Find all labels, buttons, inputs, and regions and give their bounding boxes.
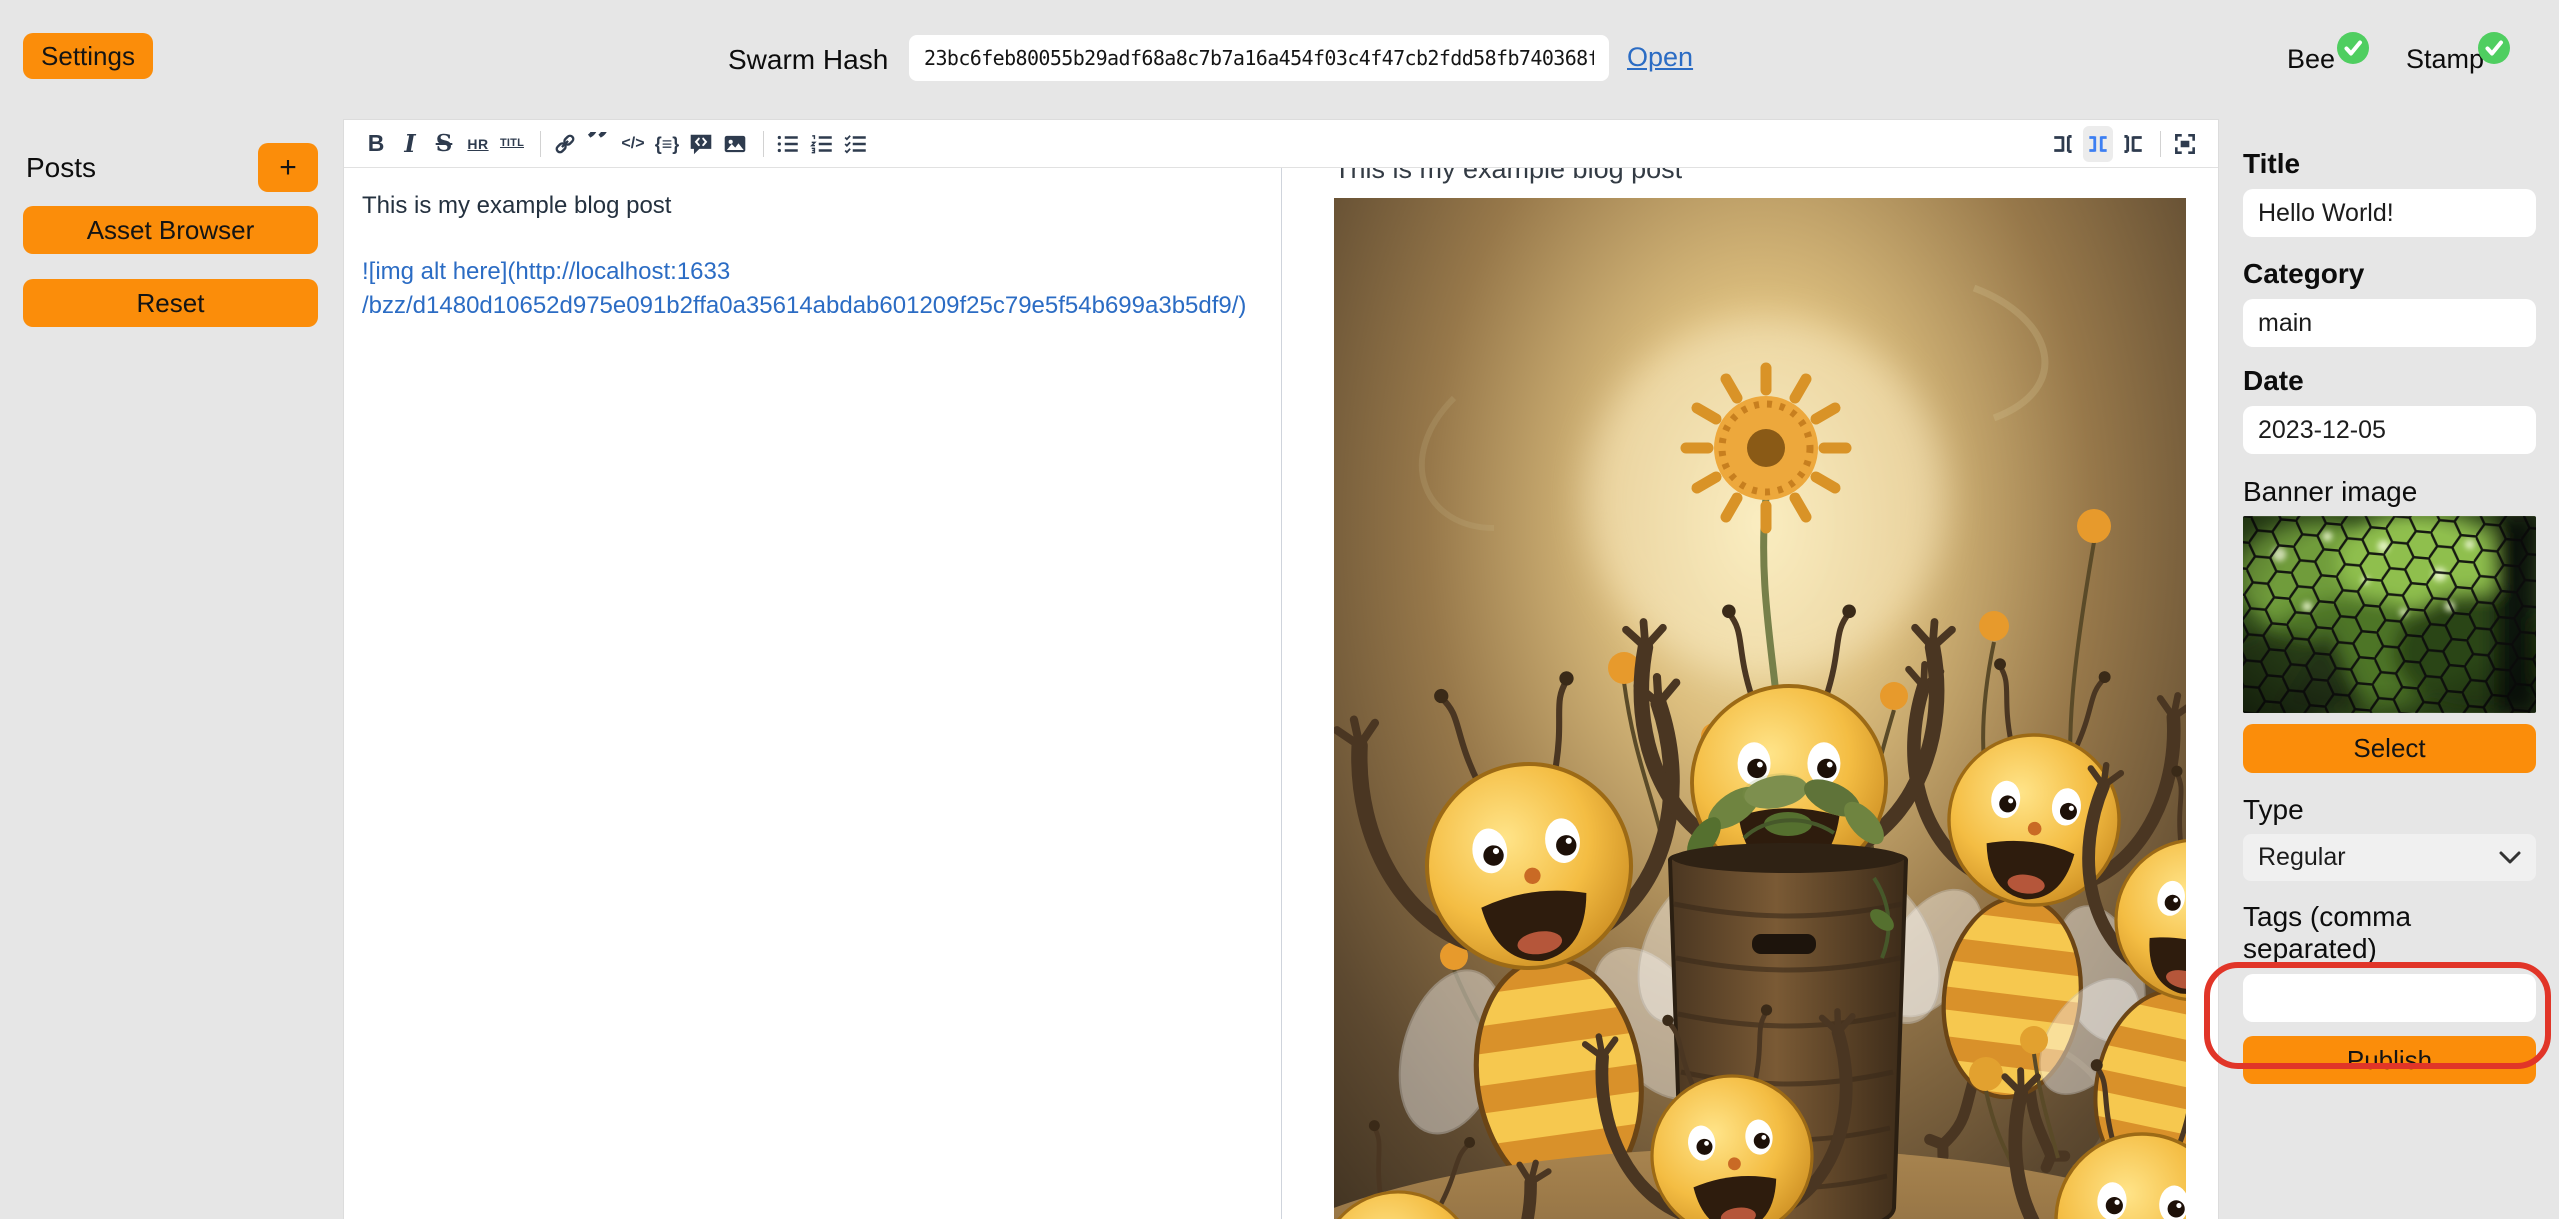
ordered-list-button[interactable] [807, 126, 837, 162]
code-comment-icon [688, 131, 714, 157]
horizontal-rule-icon: HR [467, 137, 488, 151]
type-select[interactable]: Regular [2243, 834, 2536, 881]
strikethrough-icon: S [436, 132, 453, 155]
image-button[interactable] [720, 126, 750, 162]
markdown-preview-pane: This is my example blog post [1282, 168, 2218, 1219]
fullscreen-button[interactable] [2170, 126, 2200, 162]
category-label: Category [2243, 258, 2536, 290]
markdown-source-editor[interactable]: This is my example blog post ![img alt h… [344, 168, 1282, 1219]
layout-preview-only-button[interactable] [2049, 126, 2079, 162]
italic-icon: I [404, 132, 415, 156]
strikethrough-button[interactable]: S [429, 126, 459, 162]
layout-split-view-button[interactable] [2083, 126, 2113, 162]
settings-button[interactable]: Settings [23, 33, 153, 79]
category-input[interactable] [2243, 299, 2536, 347]
title-button[interactable]: TITL [497, 126, 527, 162]
inline-code-icon: </> [621, 136, 644, 152]
post-settings-panel: Title Category Date Banner image [2220, 119, 2559, 1219]
ordered-list-icon [809, 131, 835, 157]
checklist-icon [843, 131, 869, 157]
publish-button[interactable]: Publish [2243, 1036, 2536, 1084]
preview-image [1334, 198, 2186, 1219]
add-post-button[interactable]: + [258, 143, 318, 192]
toolbar-divider [763, 131, 764, 157]
toolbar-divider [2160, 131, 2161, 157]
type-label: Type [2243, 794, 2536, 826]
asset-browser-button[interactable]: Asset Browser [23, 206, 318, 254]
link-button[interactable] [550, 126, 580, 162]
code-comment-button[interactable] [686, 126, 716, 162]
toolbar-divider [540, 131, 541, 157]
tags-input[interactable] [2243, 974, 2536, 1022]
editor-line: This is my example blog post [362, 189, 1263, 223]
italic-button[interactable]: I [395, 126, 425, 162]
editor-toolbar: B I S HR TITL ” </> {≡} [344, 120, 2218, 168]
checklist-button[interactable] [841, 126, 871, 162]
fullscreen-icon [2172, 131, 2198, 157]
open-link[interactable]: Open [1627, 42, 1693, 73]
unordered-list-icon [775, 131, 801, 157]
app-screen: Settings Swarm Hash Open Bee Stamp Posts… [0, 0, 2559, 1219]
image-icon [722, 131, 748, 157]
date-label: Date [2243, 365, 2536, 397]
banner-image-thumbnail [2243, 516, 2536, 713]
link-icon [552, 131, 578, 157]
swarm-hash-label: Swarm Hash [728, 44, 888, 76]
stamp-status-check-icon [2477, 31, 2511, 65]
toolbar-view-group [2049, 126, 2218, 162]
reset-button[interactable]: Reset [23, 279, 318, 327]
bee-status-check-icon [2336, 31, 2370, 65]
unordered-list-button[interactable] [773, 126, 803, 162]
code-block-button[interactable]: {≡} [652, 126, 682, 162]
layout-preview-only-icon [2051, 131, 2077, 157]
editor-panes: This is my example blog post ![img alt h… [344, 168, 2218, 1219]
stamp-status-label: Stamp [2406, 44, 2484, 75]
title-label: Title [2243, 148, 2536, 180]
horizontal-rule-button[interactable]: HR [463, 126, 493, 162]
editor-image-markdown-line1: ![img alt here](http://localhost:1633 [362, 255, 1263, 289]
layout-split-view-icon [2085, 131, 2111, 157]
bold-icon: B [368, 132, 385, 155]
quote-button[interactable]: ” [584, 126, 614, 162]
layout-editor-only-icon [2119, 131, 2145, 157]
quote-icon: ” [586, 132, 612, 156]
code-block-icon: {≡} [655, 135, 680, 153]
layout-editor-only-button[interactable] [2117, 126, 2147, 162]
title-input[interactable] [2243, 189, 2536, 237]
preview-paragraph: This is my example blog post [1334, 168, 2190, 185]
title-icon: TITL [500, 138, 524, 149]
date-input[interactable] [2243, 406, 2536, 454]
tags-label: Tags (comma separated) [2243, 901, 2536, 965]
inline-code-button[interactable]: </> [618, 126, 648, 162]
swarm-hash-input[interactable] [909, 35, 1609, 81]
bee-status-label: Bee [2287, 44, 2335, 75]
type-select-value: Regular [2258, 843, 2346, 872]
bold-button[interactable]: B [361, 126, 391, 162]
chevron-down-icon [2499, 851, 2521, 865]
preview-image-wrap [1334, 198, 2186, 1219]
editor-blank-line [362, 223, 1263, 255]
editor-image-markdown-line2: /bzz/d1480d10652d975e091b2ffa0a35614abda… [362, 289, 1263, 323]
select-banner-button[interactable]: Select [2243, 724, 2536, 773]
markdown-editor-panel: B I S HR TITL ” </> {≡} [343, 119, 2219, 1219]
posts-heading: Posts [26, 152, 96, 184]
banner-image-label: Banner image [2243, 476, 2536, 508]
